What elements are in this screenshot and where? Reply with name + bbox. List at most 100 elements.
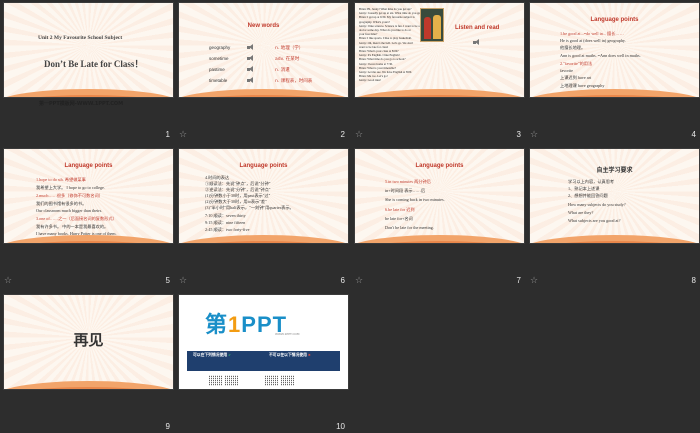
speaker-icon[interactable] xyxy=(247,55,255,62)
logo-subtitle: WWW.1PPT.COM xyxy=(275,332,300,336)
slide-tile-5[interactable]: Language points 1.hope to do sth. 希望做某事 … xyxy=(3,148,174,288)
text-line: 5.in two minutes 两分钟后 xyxy=(385,179,431,184)
slide-thumbnail-9[interactable]: 再见 xyxy=(3,294,174,390)
slide-title: Language points xyxy=(590,17,639,23)
usage-band: 可以在下列情况使用 ✔ 不可以在以下情况使用 ✖ xyxy=(187,351,340,371)
slide-number: 4 xyxy=(691,130,696,139)
slide-title: Language points xyxy=(239,163,288,169)
text-line: 9:15 顺读：nine fifteen xyxy=(205,220,246,225)
slide-number: 5 xyxy=(165,276,170,285)
text-line: ①顺读法：先说"钟点"，后说"分钟" xyxy=(205,181,271,186)
slide-tile-6[interactable]: Language points 4.时间的表达 ①顺读法：先说"钟点"，后说"分… xyxy=(178,148,349,288)
star-icon: ☆ xyxy=(355,130,364,140)
text-line: What are they? xyxy=(568,210,594,215)
star-icon: ☆ xyxy=(4,276,13,286)
star-icon: ☆ xyxy=(179,130,188,140)
text-line: 上地理课 have geography xyxy=(560,83,605,88)
text-line: 我们的图书馆有很多的书。 xyxy=(36,201,87,206)
slide-title: Language points xyxy=(415,163,464,169)
star-icon: ☆ xyxy=(355,276,364,286)
slide-thumbnail-2[interactable]: New words geography n. 地理（学） sometime ad… xyxy=(178,2,349,98)
slide-thumbnail-4[interactable]: Language points 1.be good at...=do well … xyxy=(529,2,700,98)
text-line: 1.be good at...=do well in... 擅长…… xyxy=(560,31,624,36)
word: timetable xyxy=(209,78,228,83)
text-line: 7:10 顺读：seven thirty xyxy=(205,213,246,218)
qr-code-icon xyxy=(281,375,294,386)
text-line: 6.be late for 迟到 xyxy=(385,207,415,212)
slide-thumbnail-8[interactable]: 自主学习要求 学习以上内容，认真思考 1、熟记本上述课 2、想想并能回答问题 H… xyxy=(529,148,700,244)
text-line: 1.hope to do sth. 希望做某事 xyxy=(36,177,86,182)
unit-title: Unit 2 My Favourite School Subject xyxy=(38,35,123,41)
word: geography xyxy=(209,45,231,50)
word: pastime xyxy=(209,67,225,72)
qr-code-icon xyxy=(265,375,278,386)
text-line: 1、熟记本上述课 xyxy=(568,186,600,191)
word: sometime xyxy=(209,56,229,61)
illustration-image xyxy=(420,8,444,42)
slide-number: 8 xyxy=(691,276,696,285)
slide-thumbnail-10[interactable]: 第1PPT WWW.1PPT.COM 可以在下列情况使用 ✔ 不可以在以下情况使… xyxy=(178,294,349,390)
text-line: 2."favorite"的用法 xyxy=(560,61,593,66)
slide-thumbnail-1[interactable]: Unit 2 My Favourite School Subject Don’t… xyxy=(3,2,174,98)
meaning: n. 地理（学） xyxy=(275,46,304,51)
slide-number: 10 xyxy=(336,422,345,431)
slide-number: 2 xyxy=(340,130,345,139)
text-line: be late for+名词 xyxy=(385,216,413,221)
text-line: 学习以上内容，认真思考 xyxy=(568,179,615,184)
text-line: (3)"半小时"用half表示，"一刻钟"用quarter表示。 xyxy=(205,205,294,210)
text-line: Don't be late for the meeting. xyxy=(385,225,434,230)
slide-thumbnail-7[interactable]: Language points 5.in two minutes 两分钟后 in… xyxy=(354,148,525,244)
text-line: (1)分钟数小于30时，用past表示"过" xyxy=(205,193,271,198)
slide-thumbnail-5[interactable]: Language points 1.hope to do sth. 希望做某事 … xyxy=(3,148,174,244)
slide-tile-1[interactable]: Unit 2 My Favourite School Subject Don’t… xyxy=(3,2,174,142)
lesson-title: Don’t Be Late for Class！ xyxy=(44,59,144,69)
slide-tile-7[interactable]: Language points 5.in two minutes 两分钟后 in… xyxy=(354,148,525,288)
slide-thumbnail-6[interactable]: Language points 4.时间的表达 ①顺读法：先说"钟点"，后说"分… xyxy=(178,148,349,244)
site-caption: 第一PPT模板网-WWW.1PPT.COM xyxy=(39,101,124,107)
slide-number: 1 xyxy=(165,130,170,139)
slide-number: 3 xyxy=(516,130,521,139)
text-line: What subjects are you good at? xyxy=(568,218,621,223)
slide-tile-2[interactable]: New words geography n. 地理（学） sometime ad… xyxy=(178,2,349,142)
star-icon: ☆ xyxy=(530,276,539,286)
qr-code-icon xyxy=(209,375,222,386)
slide-thumbnail-3[interactable]: Brian: Hi, Jenny! What time do you get u… xyxy=(354,2,525,98)
meaning: n. 课程表，时间表 xyxy=(275,79,313,84)
text-line: Ann is good at maths. =Ann does well in … xyxy=(560,53,641,58)
slide-title: Listen and read xyxy=(455,25,500,31)
text-line: 2.much……很多（修饰不可数名词） xyxy=(36,193,103,198)
text-line: 他擅长地理。 xyxy=(560,45,586,50)
slide-number: 6 xyxy=(340,276,345,285)
text-line: (2)分钟数大于30时，用to表示"差" xyxy=(205,199,267,204)
text-line: 我有许多书。 中的一本是我最喜欢的。 xyxy=(36,224,109,229)
slide-tile-10[interactable]: 第1PPT WWW.1PPT.COM 可以在下列情况使用 ✔ 不可以在以下情况使… xyxy=(178,294,349,433)
text-line: 上课迟到 have art xyxy=(560,75,592,80)
slide-sorter: Unit 2 My Favourite School Subject Don’t… xyxy=(0,0,700,433)
text-line: favorite xyxy=(560,68,574,73)
slide-tile-4[interactable]: Language points 1.be good at...=do well … xyxy=(529,2,700,142)
text-line: 2、想想并能回答问题 xyxy=(568,193,608,198)
farewell-text: 再见 xyxy=(73,331,104,349)
disallowed-heading: 不可以在以下情况使用 xyxy=(269,352,307,357)
text-line: 4.时间的表达 xyxy=(205,175,230,180)
slide-tile-9[interactable]: 再见 9 xyxy=(3,294,174,433)
speaker-icon[interactable] xyxy=(247,66,255,73)
speaker-icon[interactable] xyxy=(247,77,255,84)
star-icon: ☆ xyxy=(179,276,188,286)
star-icon: ☆ xyxy=(530,130,539,140)
slide-tile-8[interactable]: 自主学习要求 学习以上内容，认真思考 1、熟记本上述课 2、想想并能回答问题 H… xyxy=(529,148,700,288)
check-icon: ✔ xyxy=(228,353,231,357)
slide-title: 自主学习要求 xyxy=(596,168,633,174)
slide-tile-3[interactable]: Brian: Hi, Jenny! What time do you get u… xyxy=(354,2,525,142)
slide-title: New words xyxy=(247,23,280,29)
speaker-icon[interactable] xyxy=(247,44,255,51)
allowed-heading: 可以在下列情况使用 xyxy=(193,352,228,357)
text-line: ②逆读法：先说"分钟"，后说"钟点" xyxy=(205,187,271,192)
speaker-icon[interactable] xyxy=(473,39,481,46)
text-line: 我希望上大学。 I hope to go to college. xyxy=(36,185,105,190)
slide-number: 7 xyxy=(516,276,521,285)
text-line: 2:45 顺读：two forty-five xyxy=(205,227,250,232)
text-line: She is coming back in two minutes. xyxy=(385,197,445,202)
slide-title: Language points xyxy=(64,163,113,169)
slide-number: 9 xyxy=(165,422,170,431)
